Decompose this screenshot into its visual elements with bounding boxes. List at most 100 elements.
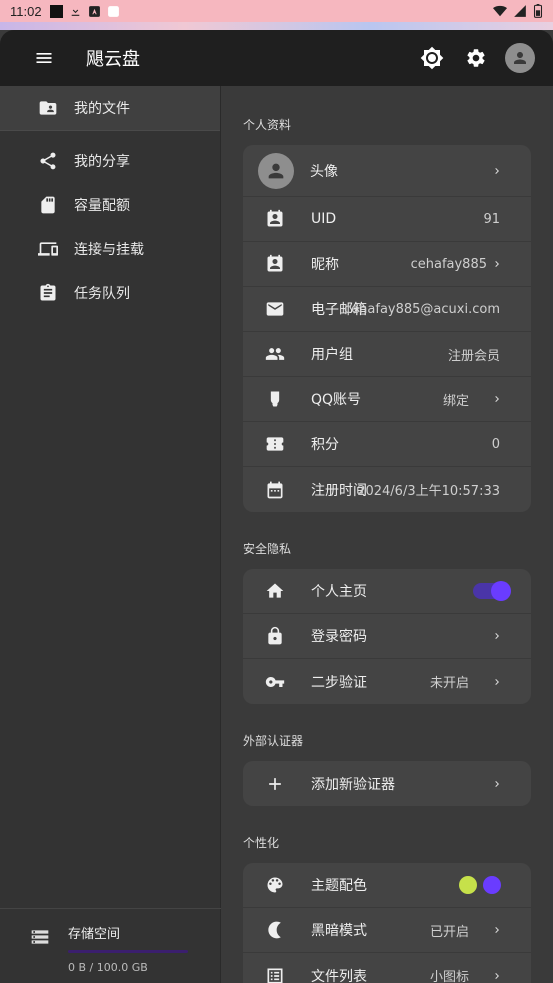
app-title: 飓云盘 xyxy=(86,49,140,70)
signal-icon xyxy=(514,5,526,17)
points-row: 积分 0 xyxy=(243,422,531,467)
profile-card: 头像 UID 91 昵称 cehafay885 电子邮箱 cehafay885@… xyxy=(243,145,531,512)
chevron-right-icon xyxy=(495,633,499,639)
register-time-row: 注册时间 2024/6/3上午10:57:33 xyxy=(243,467,531,512)
app-square-icon xyxy=(107,5,119,17)
homepage-row[interactable]: 个人主页 xyxy=(243,569,531,614)
section-title-privacy: 安全隐私 xyxy=(243,542,292,556)
storage-label: 存储空间 xyxy=(68,927,121,942)
storage-icon xyxy=(31,930,49,944)
storage-usage: 0 B / 100.0 GB xyxy=(68,961,148,974)
password-row[interactable]: 登录密码 xyxy=(243,614,531,659)
file-list-row[interactable]: 文件列表 小图标 xyxy=(243,953,531,983)
sidebar-item-label: 容量配额 xyxy=(74,198,130,214)
nickname-label: 昵称 xyxy=(311,257,339,273)
account-avatar-button[interactable] xyxy=(505,43,535,73)
qq-icon xyxy=(264,388,286,410)
badge-account-icon xyxy=(264,208,286,230)
sidebar-item-my-shares[interactable]: 我的分享 xyxy=(0,139,220,183)
download-icon xyxy=(71,5,79,16)
calendar-icon xyxy=(264,479,286,501)
qq-value: 绑定 xyxy=(442,393,469,409)
folder-account-icon xyxy=(38,98,58,118)
gear-icon xyxy=(467,49,485,67)
nickname-value: cehafay885 xyxy=(410,256,487,272)
personalize-card: 主题配色 黑暗模式 已开启 文件列表 小图标 xyxy=(243,863,531,983)
file-list-value: 小图标 xyxy=(429,970,469,983)
brightness-icon xyxy=(420,46,444,70)
chevron-right-icon xyxy=(495,396,499,402)
sidebar-item-my-files[interactable]: 我的文件 xyxy=(0,86,220,130)
wallpaper-strip xyxy=(0,22,553,30)
user-group-value: 注册会员 xyxy=(447,348,500,364)
menu-button[interactable] xyxy=(22,36,66,80)
nickname-row[interactable]: 昵称 cehafay885 xyxy=(243,242,531,287)
share-icon xyxy=(38,151,58,171)
chevron-right-icon xyxy=(495,261,499,267)
theme-color-swatch-secondary[interactable] xyxy=(483,876,501,894)
person-icon xyxy=(268,163,284,178)
lock-icon xyxy=(264,625,286,647)
brightness-button[interactable] xyxy=(417,43,447,73)
home-icon xyxy=(264,580,286,602)
person-icon xyxy=(514,52,526,64)
badge-account-icon xyxy=(264,253,286,275)
theme-color-swatches xyxy=(459,876,501,894)
chevron-right-icon xyxy=(495,972,499,979)
toggle-knob xyxy=(491,581,511,601)
app-bar: 飓云盘 xyxy=(0,30,553,86)
add-authenticator-row[interactable]: 添加新验证器 xyxy=(243,761,531,806)
homepage-label: 个人主页 xyxy=(311,584,367,600)
uid-label: UID xyxy=(311,211,337,227)
people-icon xyxy=(264,343,286,365)
password-label: 登录密码 xyxy=(311,629,367,645)
theme-color-row[interactable]: 主题配色 xyxy=(243,863,531,908)
chevron-right-icon xyxy=(495,927,499,933)
settings-panel: 个人资料 头像 UID 91 昵称 cehafay885 电子邮箱 cehafa… xyxy=(222,86,553,983)
sidebar-item-label: 我的文件 xyxy=(74,101,130,117)
sidebar-item-tasks[interactable]: 任务队列 xyxy=(0,271,220,315)
homepage-toggle[interactable] xyxy=(473,581,511,601)
user-group-row: 用户组 注册会员 xyxy=(243,332,531,377)
sidebar-divider xyxy=(0,130,220,131)
clipboard-icon xyxy=(38,283,58,303)
devices-icon xyxy=(38,239,58,259)
theme-color-label: 主题配色 xyxy=(311,878,367,894)
two-factor-value: 未开启 xyxy=(429,676,469,691)
avatar-label: 头像 xyxy=(310,163,338,180)
list-icon xyxy=(264,965,286,983)
theme-color-swatch-primary[interactable] xyxy=(459,876,477,894)
dark-mode-label: 黑暗模式 xyxy=(311,923,367,939)
two-factor-row[interactable]: 二步验证 未开启 xyxy=(243,659,531,704)
status-bar: 11:02 xyxy=(0,0,553,22)
uid-value: 91 xyxy=(483,211,500,227)
dark-mode-value: 已开启 xyxy=(429,924,469,940)
add-authenticator-label: 添加新验证器 xyxy=(311,776,395,793)
settings-button[interactable] xyxy=(461,43,491,73)
points-label: 积分 xyxy=(311,437,339,453)
file-list-label: 文件列表 xyxy=(311,968,367,983)
chevron-right-icon xyxy=(495,167,499,174)
status-time: 11:02 xyxy=(10,3,42,19)
section-title-personalize: 个性化 xyxy=(243,836,280,850)
sidebar-item-label: 我的分享 xyxy=(74,154,130,170)
sidebar-item-quota[interactable]: 容量配额 xyxy=(0,183,220,227)
section-title-authenticator: 外部认证器 xyxy=(243,734,304,748)
storage-progress-bar xyxy=(68,950,188,953)
points-value: 0 xyxy=(491,436,500,452)
notification-square-icon xyxy=(49,4,63,18)
menu-icon xyxy=(36,53,52,63)
qq-row[interactable]: QQ账号 绑定 xyxy=(243,377,531,422)
translate-app-icon xyxy=(88,5,100,17)
section-title-profile: 个人资料 xyxy=(243,118,292,132)
chevron-right-icon xyxy=(495,780,499,787)
key-icon xyxy=(264,671,286,693)
chevron-right-icon xyxy=(495,678,499,685)
email-row: 电子邮箱 cehafay885@acuxi.com xyxy=(243,287,531,332)
sidebar-item-connections[interactable]: 连接与挂载 xyxy=(0,227,220,271)
wifi-icon xyxy=(493,5,507,17)
dark-mode-row[interactable]: 黑暗模式 已开启 xyxy=(243,908,531,953)
sidebar-item-label: 连接与挂载 xyxy=(74,242,144,258)
uid-row: UID 91 xyxy=(243,197,531,242)
avatar-row[interactable]: 头像 xyxy=(243,145,531,197)
